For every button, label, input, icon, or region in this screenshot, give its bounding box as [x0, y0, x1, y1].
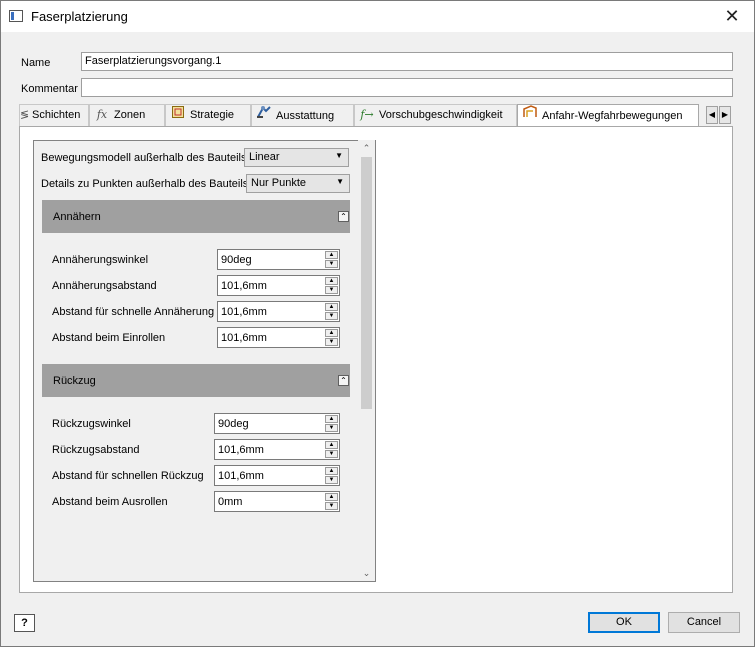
tab-anfahr-wegfahrbewegungen[interactable]: Anfahr-Wegfahrbewegungen [517, 104, 699, 127]
spin-buttons: ▲ ▼ [325, 467, 338, 484]
lead-in-out-icon [522, 105, 538, 126]
tab-label-zonen: Zonen [114, 109, 146, 121]
tab-bar: ≶ Schichten fx Zonen Strategie Ausstattung… [19, 104, 733, 127]
ok-button[interactable]: OK [588, 612, 660, 633]
spin-up-icon[interactable]: ▲ [325, 415, 338, 423]
roll-in-distance-value: 101,6mm [221, 332, 267, 344]
rapid-retract-distance-stepper[interactable]: 101,6mm ▲ ▼ [214, 465, 340, 486]
spin-down-icon[interactable]: ▼ [325, 312, 338, 320]
retract-angle-value: 90deg [218, 418, 249, 430]
tab-scroll-right-button[interactable]: ▶ [719, 106, 731, 124]
point-details-value: Nur Punkte [251, 177, 307, 189]
name-input[interactable]: Faserplatzierungsvorgang.1 [81, 52, 733, 71]
spin-up-icon[interactable]: ▲ [325, 303, 338, 311]
scroll-up-icon[interactable]: ⌃ [358, 140, 375, 156]
spin-buttons: ▲ ▼ [325, 277, 338, 294]
spin-up-icon[interactable]: ▲ [325, 441, 338, 449]
collapse-icon[interactable]: ⌃ [338, 211, 349, 222]
tab-vorschubgeschwindigkeit[interactable]: f→ Vorschubgeschwindigkeit [354, 104, 517, 126]
retract-distance-stepper[interactable]: 101,6mm ▲ ▼ [214, 439, 340, 460]
close-button[interactable]: ✕ [710, 1, 754, 32]
roll-out-distance-value: 0mm [218, 496, 243, 508]
machine-icon [256, 105, 272, 126]
rapid-approach-distance-label: Abstand für schnelle Annäherung [52, 306, 215, 318]
roll-in-distance-label: Abstand beim Einrollen [52, 332, 166, 344]
approach-distance-label: Annäherungsabstand [52, 280, 157, 292]
spin-down-icon[interactable]: ▼ [325, 450, 338, 458]
approach-distance-value: 101,6mm [221, 280, 267, 292]
spin-down-icon[interactable]: ▼ [325, 286, 338, 294]
layers-icon: ≶ [20, 109, 30, 121]
roll-in-distance-stepper[interactable]: 101,6mm ▲ ▼ [217, 327, 340, 348]
motion-model-value: Linear [249, 151, 280, 163]
spin-up-icon[interactable]: ▲ [325, 329, 338, 337]
approach-angle-label: Annäherungswinkel [52, 254, 149, 266]
retract-section-title: Rückzug [53, 375, 96, 387]
approach-distance-stepper[interactable]: 101,6mm ▲ ▼ [217, 275, 340, 296]
window-title: Faserplatzierung [31, 9, 128, 24]
scroll-thumb[interactable] [361, 157, 372, 409]
spin-buttons: ▲ ▼ [325, 329, 338, 346]
tab-zonen[interactable]: fx Zonen [89, 104, 165, 126]
point-details-label: Details zu Punkten außerhalb des Bauteil… [41, 178, 249, 190]
rapid-approach-distance-stepper[interactable]: 101,6mm ▲ ▼ [217, 301, 340, 322]
roll-out-distance-stepper[interactable]: 0mm ▲ ▼ [214, 491, 340, 512]
rapid-retract-distance-label: Abstand für schnellen Rückzug [52, 470, 204, 482]
tab-schichten[interactable]: ≶ Schichten [19, 104, 89, 126]
tab-label-strategie: Strategie [190, 109, 235, 121]
rapid-retract-distance-value: 101,6mm [218, 470, 264, 482]
spin-buttons: ▲ ▼ [325, 251, 338, 268]
comment-label: Kommentar [21, 83, 78, 95]
spin-down-icon[interactable]: ▼ [325, 476, 338, 484]
retract-angle-stepper[interactable]: 90deg ▲ ▼ [214, 413, 340, 434]
spin-buttons: ▲ ▼ [325, 493, 338, 510]
spin-up-icon[interactable]: ▲ [325, 467, 338, 475]
spin-buttons: ▲ ▼ [325, 303, 338, 320]
spin-down-icon[interactable]: ▼ [325, 424, 338, 432]
tab-label-anfahr-wegfahrbewegungen: Anfahr-Wegfahrbewegungen [542, 110, 683, 122]
name-label: Name [21, 57, 51, 69]
scroll-down-icon[interactable]: ⌄ [358, 565, 375, 581]
point-details-select[interactable]: Nur Punkte ▼ [246, 174, 350, 193]
tab-label-schichten: Schichten [32, 109, 81, 121]
motion-model-label: Bewegungsmodell außerhalb des Bauteils [41, 152, 247, 164]
approach-angle-value: 90deg [221, 254, 252, 266]
spin-down-icon[interactable]: ▼ [325, 502, 338, 510]
chevron-down-icon: ▼ [336, 177, 344, 186]
tab-scroll-left-button[interactable]: ◀ [706, 106, 718, 124]
roll-out-distance-label: Abstand beim Ausrollen [52, 496, 168, 508]
approach-section-header[interactable]: Annähern ⌃ [42, 200, 350, 233]
cancel-button[interactable]: Cancel [668, 612, 740, 633]
help-button[interactable]: ? [14, 614, 35, 632]
fx-icon: fx [96, 108, 108, 121]
title-bar: Faserplatzierung ✕ [1, 1, 754, 32]
motion-model-select[interactable]: Linear ▼ [244, 148, 349, 167]
spin-up-icon[interactable]: ▲ [325, 493, 338, 501]
panel-scrollbar[interactable]: ⌃ ⌄ [358, 140, 375, 581]
spin-down-icon[interactable]: ▼ [325, 338, 338, 346]
retract-distance-label: Rückzugsabstand [52, 444, 140, 456]
spin-buttons: ▲ ▼ [325, 415, 338, 432]
tab-ausstattung[interactable]: Ausstattung [251, 104, 354, 126]
spin-up-icon[interactable]: ▲ [325, 277, 338, 285]
spin-buttons: ▲ ▼ [325, 441, 338, 458]
retract-distance-value: 101,6mm [218, 444, 264, 456]
feedrate-icon: f→ [360, 108, 374, 121]
strategy-icon [170, 105, 186, 125]
spin-up-icon[interactable]: ▲ [325, 251, 338, 259]
approach-section-title: Annähern [53, 211, 101, 223]
retract-section-header[interactable]: Rückzug ⌃ [42, 364, 350, 397]
approach-angle-stepper[interactable]: 90deg ▲ ▼ [217, 249, 340, 270]
spin-down-icon[interactable]: ▼ [325, 260, 338, 268]
app-icon [9, 10, 23, 22]
comment-input[interactable] [81, 78, 733, 97]
tab-strategie[interactable]: Strategie [165, 104, 251, 126]
chevron-down-icon: ▼ [335, 151, 343, 160]
tab-label-vorschubgeschwindigkeit: Vorschubgeschwindigkeit [379, 109, 503, 121]
collapse-icon[interactable]: ⌃ [338, 375, 349, 386]
tab-label-ausstattung: Ausstattung [276, 110, 335, 122]
retract-angle-label: Rückzugswinkel [52, 418, 131, 430]
rapid-approach-distance-value: 101,6mm [221, 306, 267, 318]
